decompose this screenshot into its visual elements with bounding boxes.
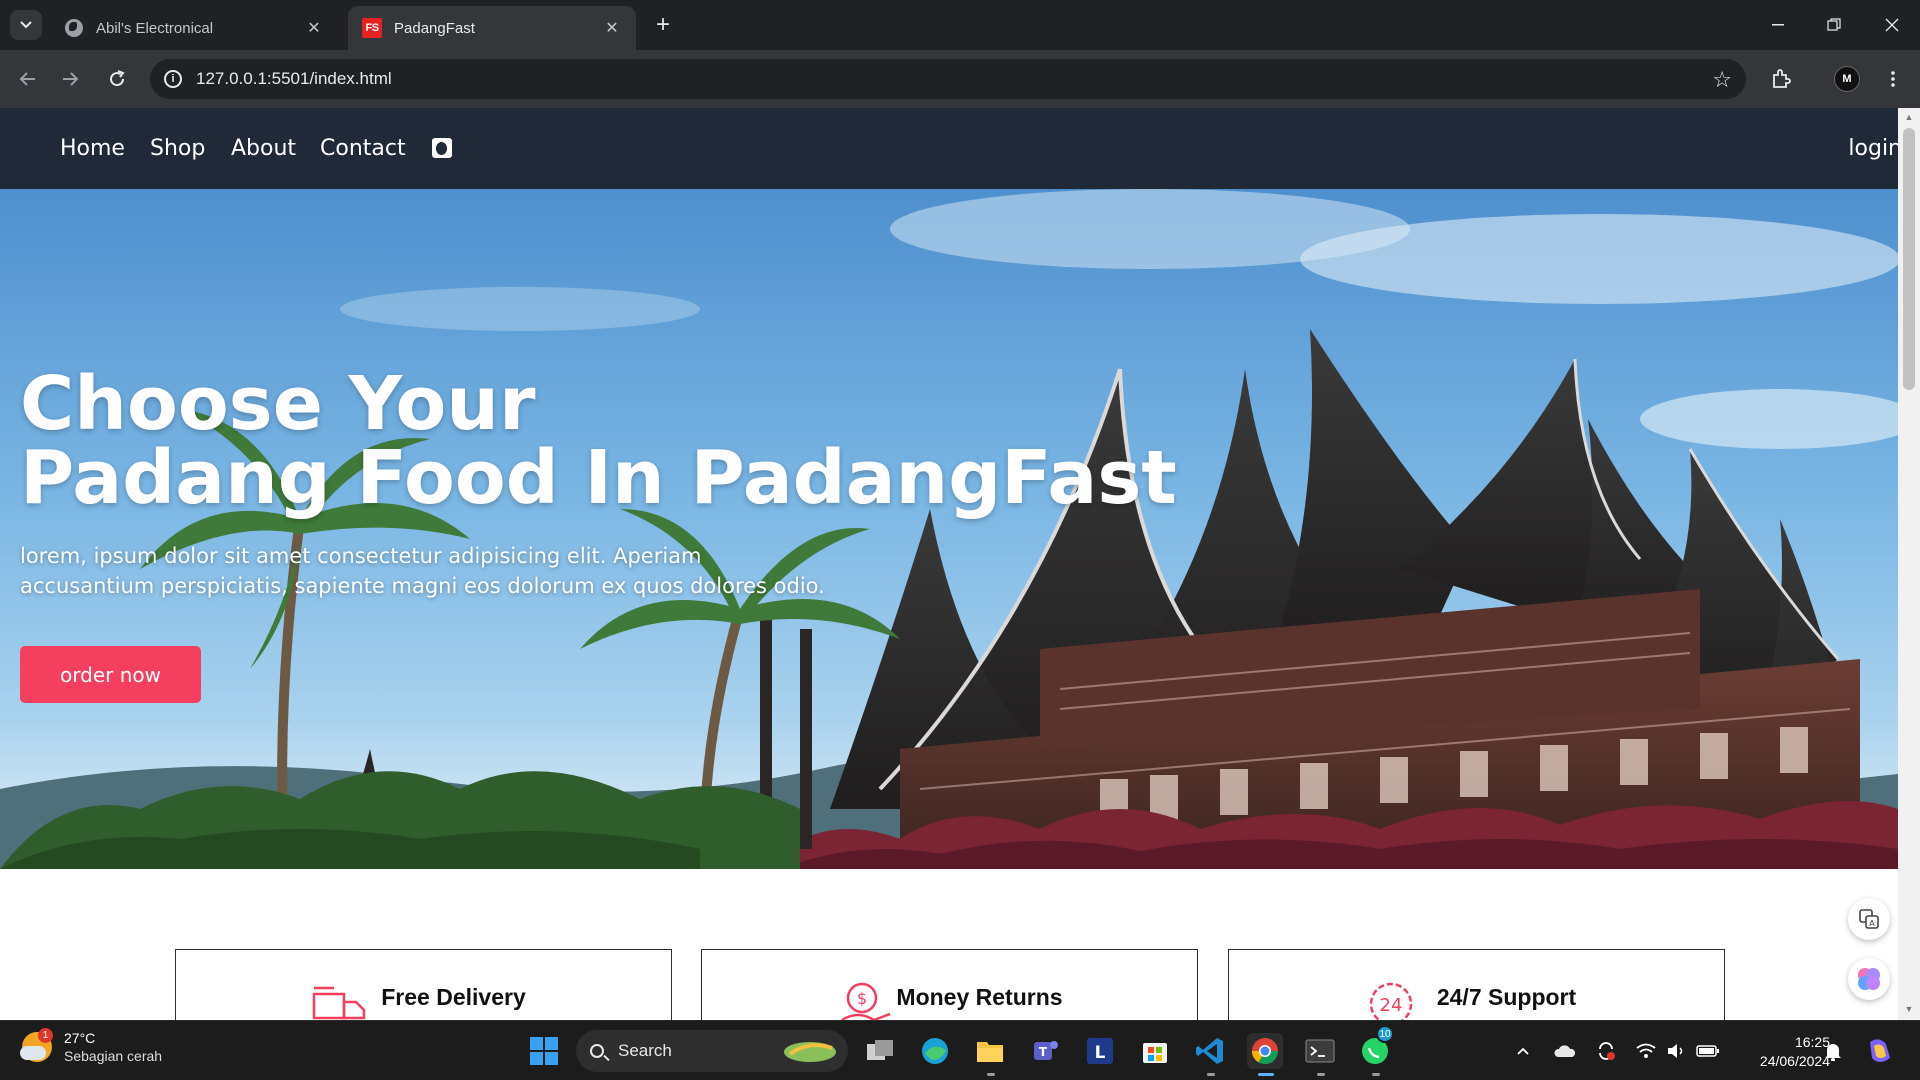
tab-title: PadangFast xyxy=(394,19,475,37)
feature-card-free-delivery: Free Delivery xyxy=(175,949,672,1020)
fs-favicon-icon: FS xyxy=(362,18,382,38)
tray-overflow-chevron-icon[interactable] xyxy=(1516,1021,1530,1080)
clock-date: 24/06/2024 xyxy=(1759,1053,1830,1069)
feature-card-money-returns: $ Money Returns xyxy=(701,949,1198,1020)
windows-start-icon[interactable] xyxy=(526,1033,562,1069)
search-highlight-icon xyxy=(784,1042,836,1062)
globe-icon xyxy=(64,18,84,38)
scroll-thumb[interactable] xyxy=(1903,128,1915,390)
taskbar-search-box[interactable]: Search xyxy=(576,1030,848,1072)
site-info-icon[interactable]: i xyxy=(164,70,182,88)
minimize-icon[interactable] xyxy=(1750,0,1806,50)
close-tab-icon[interactable]: ✕ xyxy=(304,18,324,38)
search-label: Search xyxy=(618,1041,672,1060)
running-indicator xyxy=(1317,1073,1325,1076)
clock-time: 16:25 xyxy=(1794,1034,1830,1050)
dark-mode-toggle-icon[interactable] xyxy=(432,138,452,158)
menu-kebab-icon[interactable] xyxy=(1878,64,1908,94)
edge-icon[interactable] xyxy=(917,1033,953,1069)
close-window-icon[interactable] xyxy=(1864,0,1920,50)
weather-widget[interactable]: 1 27°C Sebagian cerah xyxy=(20,1028,163,1065)
running-indicator xyxy=(1372,1073,1380,1076)
page-scrollbar[interactable]: ▲ ▼ xyxy=(1898,108,1920,1020)
wifi-icon[interactable] xyxy=(1636,1021,1656,1080)
scroll-up-arrow[interactable]: ▲ xyxy=(1904,112,1914,122)
terminal-icon[interactable] xyxy=(1302,1033,1338,1069)
page-viewport: Home Shop About Contact login Choose You… xyxy=(0,108,1898,1020)
file-explorer-icon[interactable] xyxy=(972,1033,1008,1069)
tab-abils-electronical[interactable]: Abil's Electronical ✕ xyxy=(50,6,338,50)
browser-toolbar: i 127.0.0.1:5501/index.html ☆ M xyxy=(0,50,1920,108)
weather-badge: 1 xyxy=(38,1028,53,1043)
tab-search-button[interactable] xyxy=(10,10,42,40)
browser-tab-bar: Abil's Electronical ✕ FS PadangFast ✕ + xyxy=(0,0,1920,50)
task-view-icon[interactable] xyxy=(862,1033,898,1069)
onedrive-icon[interactable] xyxy=(1554,1021,1576,1080)
nav-link-home[interactable]: Home xyxy=(60,136,125,161)
hero-title-line1: Choose Your xyxy=(20,361,536,447)
store-icon[interactable] xyxy=(1137,1033,1173,1069)
taskbar-clock[interactable]: 16:25 24/06/2024 xyxy=(1730,1033,1830,1071)
address-bar[interactable]: i 127.0.0.1:5501/index.html ☆ xyxy=(150,59,1746,99)
login-link[interactable]: login xyxy=(1848,136,1898,161)
tab-padangfast[interactable]: FS PadangFast ✕ xyxy=(348,6,636,50)
nav-link-about[interactable]: About xyxy=(231,136,296,161)
running-indicator xyxy=(987,1073,995,1076)
nav-link-contact[interactable]: Contact xyxy=(320,136,406,161)
reload-icon[interactable] xyxy=(102,64,132,94)
svg-text:L: L xyxy=(1095,1043,1106,1063)
back-icon[interactable] xyxy=(12,64,42,94)
close-tab-icon[interactable]: ✕ xyxy=(602,18,622,38)
scroll-down-arrow[interactable]: ▼ xyxy=(1904,1004,1914,1014)
url-text[interactable]: 127.0.0.1:5501/index.html xyxy=(196,69,392,89)
hero-title-line2: Padang Food In PadangFast xyxy=(20,435,1177,521)
partly-sunny-icon: 1 xyxy=(20,1028,53,1062)
hero-subtitle: lorem, ipsum dolor sit amet consectetur … xyxy=(20,544,825,598)
svg-text:A: A xyxy=(1869,919,1875,928)
whatsapp-badge: 10 xyxy=(1376,1025,1394,1043)
active-indicator xyxy=(1258,1073,1274,1076)
chevron-down-icon xyxy=(20,21,32,29)
bookmark-star-icon[interactable]: ☆ xyxy=(1712,67,1732,93)
extensions-icon[interactable] xyxy=(1766,64,1796,94)
chrome-icon[interactable] xyxy=(1247,1033,1283,1069)
weather-description: Sebagian cerah xyxy=(64,1048,163,1064)
nav-link-shop[interactable]: Shop xyxy=(150,136,205,161)
feature-title: Money Returns xyxy=(896,984,1063,1010)
teams-icon[interactable]: T xyxy=(1027,1033,1063,1069)
rumah-gadang-background-image xyxy=(0,189,1898,869)
translate-icon[interactable]: A xyxy=(1848,898,1890,940)
feature-card-support: 24 24/7 Support xyxy=(1228,949,1725,1020)
order-now-button[interactable]: order now xyxy=(20,646,201,703)
volume-icon[interactable] xyxy=(1666,1021,1686,1080)
feature-title: 24/7 Support xyxy=(1436,984,1577,1010)
weather-temperature: 27°C xyxy=(64,1030,96,1046)
l-app-icon[interactable]: L xyxy=(1082,1033,1118,1069)
hero-section: Choose Your Padang Food In PadangFast lo… xyxy=(0,189,1898,869)
site-navbar: Home Shop About Contact login xyxy=(0,108,1898,189)
windows-taskbar: 1 27°C Sebagian cerah Search T L 10 16:2… xyxy=(0,1020,1920,1080)
profile-avatar[interactable]: M xyxy=(1832,64,1862,94)
fs-favicon-text: FS xyxy=(362,18,382,38)
new-tab-button[interactable]: + xyxy=(650,11,676,38)
notification-bell-icon[interactable] xyxy=(1824,1021,1842,1080)
forward-icon[interactable] xyxy=(56,64,86,94)
search-icon xyxy=(590,1044,604,1058)
hero-title: Choose Your Padang Food In PadangFast xyxy=(20,367,1177,515)
svg-text:T: T xyxy=(1039,1045,1048,1059)
copilot-icon[interactable] xyxy=(1864,1021,1894,1080)
vscode-icon[interactable] xyxy=(1192,1033,1228,1069)
tab-title: Abil's Electronical xyxy=(96,19,214,37)
feature-title: Free Delivery xyxy=(381,984,526,1010)
ai-assistant-icon[interactable] xyxy=(1848,958,1890,1000)
sync-icon[interactable] xyxy=(1596,1021,1616,1080)
battery-icon[interactable] xyxy=(1696,1021,1720,1080)
restore-icon[interactable] xyxy=(1806,0,1862,50)
running-indicator xyxy=(1207,1073,1215,1076)
profile-initial: M xyxy=(1834,66,1860,92)
